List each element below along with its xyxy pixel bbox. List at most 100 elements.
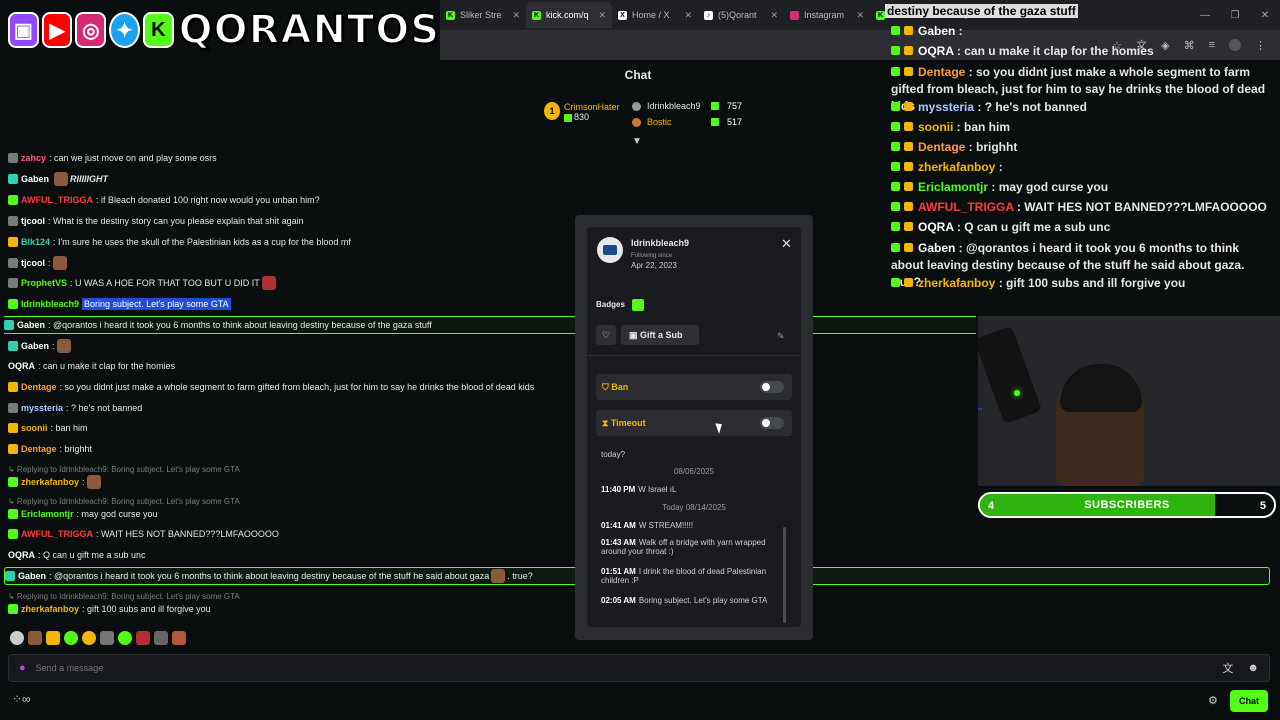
chat-username[interactable]: soonii bbox=[21, 423, 48, 433]
overlay-text: : may god curse you bbox=[988, 180, 1109, 194]
chat-message[interactable]: zahcy: can we just move on and play some… bbox=[8, 149, 217, 167]
emote[interactable] bbox=[154, 631, 168, 645]
chat-text: Boring subject. Let's play some GTA bbox=[82, 298, 231, 310]
chat-username[interactable]: zahcy bbox=[21, 153, 46, 163]
chat-message[interactable]: ProphetVS: U WAS A HOE FOR THAT TOO BUT … bbox=[8, 274, 278, 292]
ban-toggle[interactable] bbox=[760, 381, 784, 393]
message-input[interactable] bbox=[35, 663, 1209, 673]
chat-username[interactable]: Gaben bbox=[21, 174, 49, 184]
emote[interactable] bbox=[172, 631, 186, 645]
kick-icon bbox=[891, 46, 900, 55]
tab-x[interactable]: X Home / X ✕ bbox=[612, 2, 698, 28]
overlay-username: myssteria bbox=[918, 100, 975, 114]
close-icon[interactable]: ✕ bbox=[856, 10, 864, 21]
tab-tiktok[interactable]: ♪ (5)Qorant ✕ bbox=[698, 2, 784, 28]
chat-username[interactable]: Idrinkbleach9 bbox=[21, 299, 79, 309]
emote[interactable] bbox=[64, 631, 78, 645]
close-icon[interactable]: ✕ bbox=[781, 236, 792, 252]
chat-message[interactable]: AWFUL_TRIGGA: if Bleach donated 100 righ… bbox=[8, 191, 320, 209]
chat-username[interactable]: Ericlamontjr bbox=[21, 509, 74, 519]
badge-icon bbox=[8, 382, 18, 392]
badge-icon bbox=[8, 529, 18, 539]
chat-message[interactable]: AWFUL_TRIGGA: WAIT HES NOT BANNED???LMFA… bbox=[8, 525, 279, 543]
twitter-icon: ✦ bbox=[109, 12, 140, 48]
chat-username[interactable]: ProphetVS bbox=[21, 278, 67, 288]
badge-icon bbox=[904, 142, 913, 151]
emote[interactable] bbox=[82, 631, 96, 645]
kick-icon: K bbox=[876, 10, 885, 20]
badge-icon bbox=[904, 222, 913, 231]
chat-username[interactable]: Gaben bbox=[18, 571, 46, 581]
chat-settings-icon[interactable]: ⁘∞ bbox=[12, 692, 31, 706]
chat-username[interactable]: Gaben bbox=[21, 341, 49, 351]
emoji-icon[interactable]: ☻ bbox=[1247, 662, 1259, 674]
history-message: 02:05 AM Boring subject. Let's play some … bbox=[601, 596, 787, 605]
microphone-icon[interactable]: ● bbox=[19, 662, 26, 674]
translate-icon[interactable]: 文 bbox=[1222, 660, 1233, 676]
chat-message[interactable]: soonii: ban him bbox=[8, 419, 88, 437]
chat-message[interactable]: OQRA: can u make it clap for the homies bbox=[8, 357, 175, 375]
pin-icon[interactable]: ✎ bbox=[777, 331, 785, 342]
chat-message[interactable]: Gaben: @qorantos i heard it took you 6 m… bbox=[4, 316, 976, 334]
kick-icon bbox=[891, 102, 900, 111]
close-icon[interactable]: ✕ bbox=[512, 10, 520, 21]
chat-username[interactable]: zherkafanboy bbox=[21, 604, 79, 614]
tab-kick[interactable]: Kkick.com/q ✕ bbox=[526, 2, 612, 28]
emote[interactable] bbox=[46, 631, 60, 645]
chat-message[interactable]: Gaben RIIIIIGHT bbox=[8, 170, 108, 188]
history-scrollbar[interactable] bbox=[783, 527, 786, 623]
chat-username[interactable]: zherkafanboy bbox=[21, 477, 79, 487]
chat-message[interactable]: Dentage: so you didnt just make a whole … bbox=[8, 378, 534, 396]
chat-username[interactable]: myssteria bbox=[21, 403, 63, 413]
emote[interactable] bbox=[28, 631, 42, 645]
close-icon[interactable]: ✕ bbox=[684, 10, 692, 21]
chat-username[interactable]: Blk124 bbox=[21, 237, 50, 247]
overlay-text: : bbox=[955, 24, 963, 38]
kick-icon bbox=[891, 278, 900, 287]
chat-message[interactable]: Ericlamontjr: may god curse you bbox=[8, 505, 158, 523]
chat-username[interactable]: OQRA bbox=[8, 550, 35, 560]
chat-message[interactable]: Dentage: brighht bbox=[8, 440, 92, 458]
chat-username[interactable]: AWFUL_TRIGGA bbox=[21, 529, 93, 539]
chat-message[interactable]: zherkafanboy: gift 100 subs and ill forg… bbox=[8, 600, 211, 618]
badge-icon bbox=[904, 278, 913, 287]
gift-sub-button[interactable]: ▣ Gift a Sub bbox=[621, 325, 699, 345]
chat-message[interactable]: OQRA: Q can u gift me a sub unc bbox=[8, 546, 146, 564]
chat-message[interactable]: Gaben: bbox=[8, 337, 73, 355]
chat-username[interactable]: AWFUL_TRIGGA bbox=[21, 195, 93, 205]
badge-icon bbox=[904, 202, 913, 211]
leaderboard-row[interactable]: Idrinkbleach9 757 bbox=[632, 101, 742, 111]
chat-username[interactable]: OQRA bbox=[8, 361, 35, 371]
send-chat-button[interactable]: Chat bbox=[1230, 690, 1268, 712]
emote[interactable] bbox=[118, 631, 132, 645]
chat-username[interactable]: tjcool bbox=[21, 216, 45, 226]
timeout-toggle[interactable] bbox=[760, 417, 784, 429]
emote[interactable] bbox=[100, 631, 114, 645]
subs-label: SUBSCRIBERS bbox=[1084, 499, 1170, 511]
chat-username[interactable]: Gaben bbox=[17, 320, 45, 330]
chat-message[interactable]: zherkafanboy: bbox=[8, 473, 103, 491]
emote[interactable] bbox=[136, 631, 150, 645]
quick-emote-row bbox=[10, 631, 186, 645]
emote[interactable] bbox=[10, 631, 24, 645]
badge-icon bbox=[904, 26, 913, 35]
chat-message[interactable]: tjcool: bbox=[8, 254, 69, 272]
chat-username[interactable]: Dentage bbox=[21, 382, 57, 392]
leaderboard-row[interactable]: Bostic 517 bbox=[632, 117, 742, 127]
close-icon[interactable]: ✕ bbox=[598, 10, 606, 21]
follow-button[interactable]: ♡ bbox=[596, 325, 616, 345]
chat-message[interactable]: Idrinkbleach9 Boring subject. Let's play … bbox=[8, 295, 231, 313]
chat-username[interactable]: Dentage bbox=[21, 444, 57, 454]
tab-sliker[interactable]: K Sliker Stre ✕ bbox=[440, 2, 526, 28]
emote-image bbox=[54, 172, 69, 186]
leaderboard-top[interactable]: 1 CrimsonHater 830 bbox=[544, 102, 620, 122]
chat-username[interactable]: tjcool bbox=[21, 258, 45, 268]
gear-icon[interactable]: ⚙ bbox=[1208, 694, 1218, 707]
close-icon[interactable]: ✕ bbox=[770, 10, 778, 21]
chevron-down-icon[interactable]: ▼ bbox=[632, 136, 642, 147]
history-time: 01:51 AM bbox=[601, 567, 636, 576]
chat-message[interactable]: tjcool: What is the destiny story can yo… bbox=[8, 212, 304, 230]
chat-message[interactable]: myssteria: ? he's not banned bbox=[8, 399, 142, 417]
chat-message[interactable]: Blk124: I'm sure he uses the skull of th… bbox=[8, 233, 351, 251]
tab-instagram[interactable]: Instagram ✕ bbox=[784, 2, 870, 28]
